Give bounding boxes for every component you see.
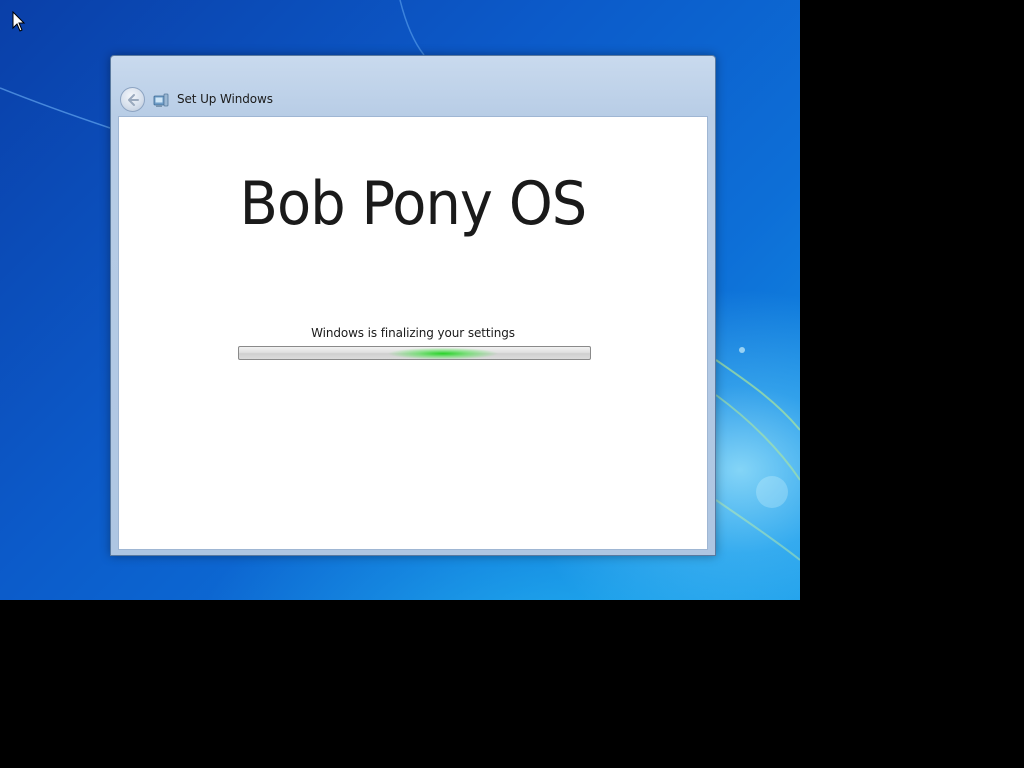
progress-marquee-glow xyxy=(388,347,498,359)
back-arrow-icon xyxy=(128,94,139,106)
arrow-cursor-icon xyxy=(12,11,26,32)
setup-computer-icon xyxy=(153,93,169,107)
back-button[interactable] xyxy=(120,87,145,112)
desktop-wallpaper: Set Up Windows Bob Pony OS Windows is fi… xyxy=(0,0,800,600)
brand-title: Bob Pony OS xyxy=(239,169,588,239)
window-titlebar: Set Up Windows xyxy=(111,84,715,116)
setup-content-panel: Bob Pony OS Windows is finalizing your s… xyxy=(118,116,708,550)
setup-window: Set Up Windows Bob Pony OS Windows is fi… xyxy=(110,55,716,556)
status-text: Windows is finalizing your settings xyxy=(311,326,515,340)
progress-bar xyxy=(238,346,591,360)
window-title: Set Up Windows xyxy=(177,92,273,106)
screen: Set Up Windows Bob Pony OS Windows is fi… xyxy=(0,0,1024,768)
